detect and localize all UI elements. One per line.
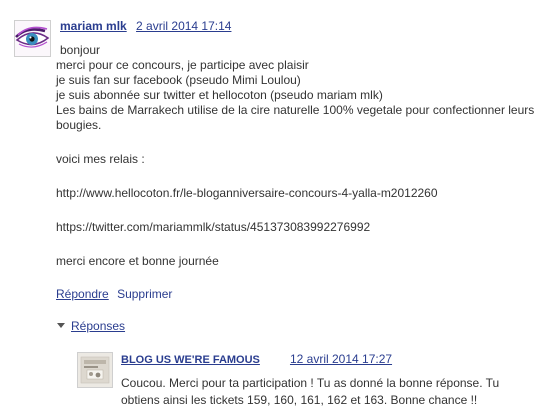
- delete-button[interactable]: Supprimer: [117, 287, 172, 301]
- comment-body: bonjour merci pour ce concours, je parti…: [56, 43, 548, 269]
- comment: mariam mlk 2 avril 2014 17:14 bonjour me…: [0, 0, 560, 417]
- replies-toggle[interactable]: Réponses: [57, 319, 125, 333]
- avatar-eye-icon[interactable]: [14, 20, 51, 57]
- comment-line: je suis abonnée sur twitter et hellocoto…: [56, 88, 383, 102]
- reply-author-link[interactable]: BLOG US WE'RE FAMOUS: [121, 354, 260, 366]
- comment-line: je suis fan sur facebook (pseudo Mimi Lo…: [56, 73, 301, 87]
- comment-line: Les bains de Marrakech utilise de la cir…: [56, 103, 535, 132]
- comment-line: merci pour ce concours, je participe ave…: [56, 58, 309, 72]
- comment-author-link[interactable]: mariam mlk: [60, 19, 127, 33]
- comment-line: http://www.hellocoton.fr/le-blogannivers…: [56, 186, 438, 200]
- reply-button[interactable]: Répondre: [56, 287, 109, 301]
- reply-header: BLOG US WE'RE FAMOUS 12 avril 2014 17:27: [121, 352, 392, 366]
- triangle-down-icon: [57, 323, 65, 328]
- comment-date-link[interactable]: 2 avril 2014 17:14: [136, 19, 231, 33]
- comment-line: voici mes relais :: [56, 152, 145, 166]
- reply-date-link[interactable]: 12 avril 2014 17:27: [290, 352, 392, 366]
- comment-actions: Répondre Supprimer: [56, 287, 172, 301]
- reply-text: Coucou. Merci pour ta participation ! Tu…: [121, 376, 500, 407]
- replies-toggle-label[interactable]: Réponses: [71, 319, 125, 333]
- comment-header: mariam mlk 2 avril 2014 17:14: [60, 19, 231, 33]
- reply-avatar-image[interactable]: [77, 352, 113, 388]
- comment-line: merci encore et bonne journée: [56, 254, 219, 268]
- comment-line: https://twitter.com/mariammlk/status/451…: [56, 220, 371, 234]
- comment-line: bonjour: [60, 43, 101, 57]
